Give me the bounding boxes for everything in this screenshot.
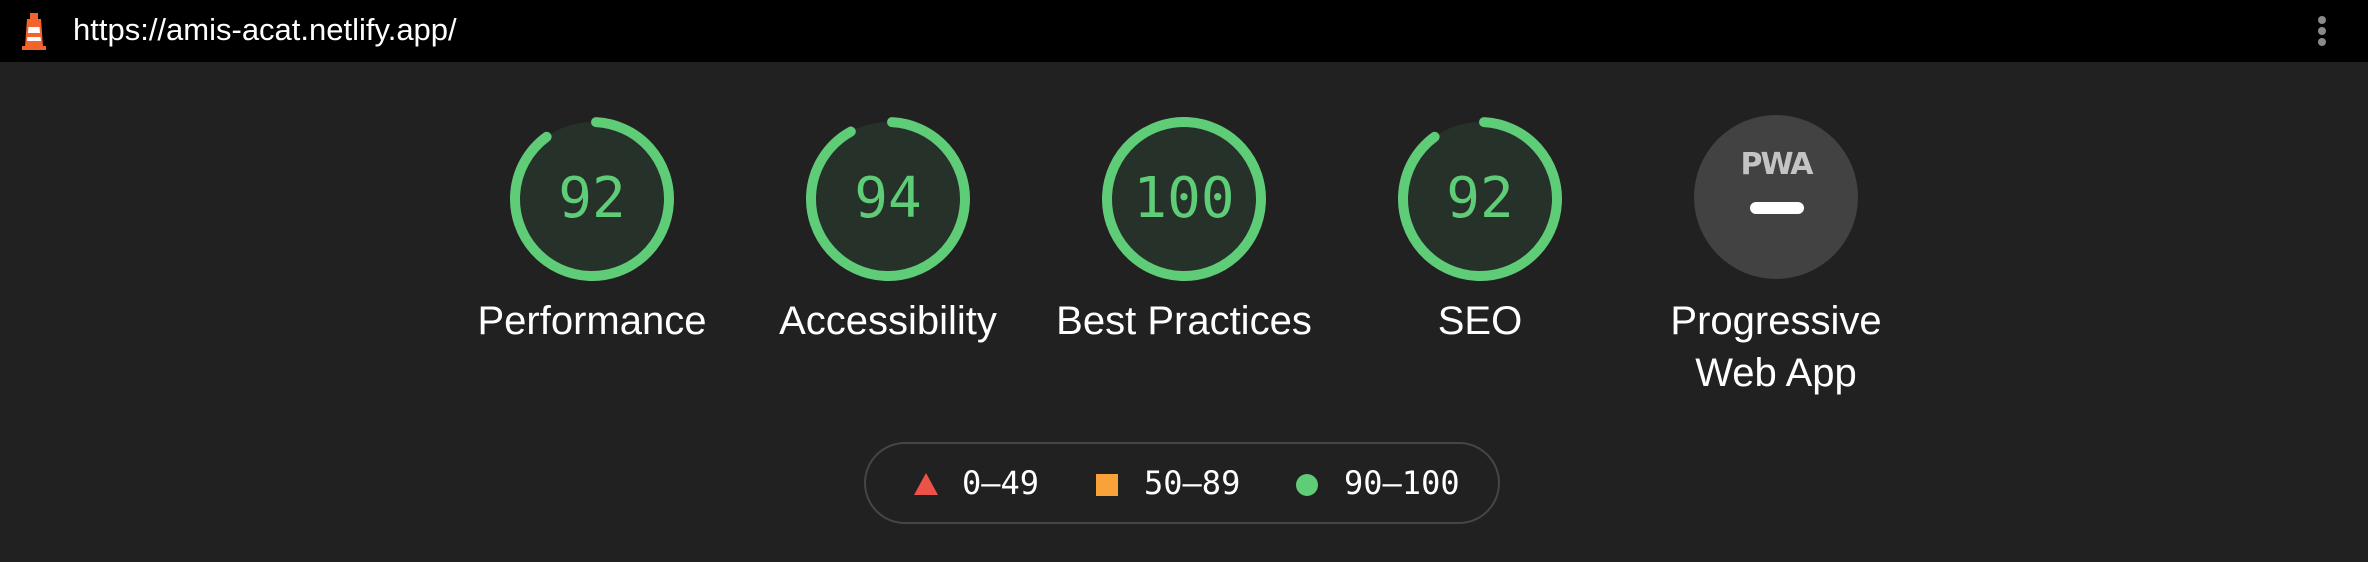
score-legend: 0–49 50–89 90–100 [864, 442, 1500, 524]
gauge-score: 92 [1446, 166, 1514, 231]
gauge-label: Progressive Web App [1552, 295, 2000, 399]
pwa-badge-circle: PWA [1694, 115, 1858, 279]
square-icon [1096, 474, 1118, 496]
top-bar: https://amis-acat.netlify.app/ [0, 0, 2368, 62]
gauge-score: 94 [854, 166, 922, 231]
url-text[interactable]: https://amis-acat.netlify.app/ [73, 0, 457, 62]
pwa-icon: PWA [1740, 147, 1814, 182]
pwa-label-line2: Web App [1695, 351, 1857, 395]
more-vert-icon[interactable] [2308, 10, 2336, 52]
legend-range: 50–89 [1144, 464, 1241, 502]
legend-range: 90–100 [1344, 464, 1460, 502]
pwa-dash [1750, 202, 1804, 214]
circle-icon [1296, 474, 1318, 496]
gauge-score: 100 [1133, 166, 1235, 231]
legend-range: 0–49 [962, 464, 1040, 502]
pwa-label-line1: Progressive [1670, 299, 1882, 343]
lighthouse-icon [22, 13, 46, 50]
triangle-icon [914, 473, 938, 495]
gauge-score: 92 [558, 166, 626, 231]
